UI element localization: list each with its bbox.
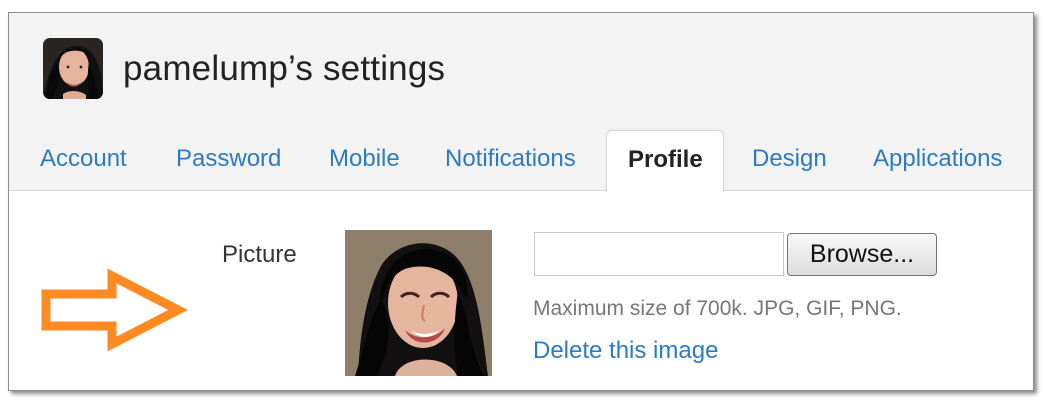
settings-header: pamelump’s settings Account Password Mob… [9,13,1033,192]
delete-image-link[interactable]: Delete this image [533,336,718,366]
tab-applications[interactable]: Applications [873,144,1002,174]
tab-account[interactable]: Account [40,144,127,174]
page-title: pamelump’s settings [123,49,446,88]
tab-mobile[interactable]: Mobile [329,144,400,174]
tab-notifications[interactable]: Notifications [445,144,576,174]
orange-right-arrow-icon [41,268,188,352]
tab-password[interactable]: Password [176,144,281,174]
profile-photo [345,230,492,376]
tab-profile[interactable]: Profile [606,130,724,192]
avatar-image [43,38,103,99]
tab-design[interactable]: Design [752,144,827,174]
avatar [43,38,103,99]
picture-label: Picture [222,241,297,268]
browse-button[interactable]: Browse... [787,233,937,276]
image-size-help-text: Maximum size of 700k. JPG, GIF, PNG. [533,297,902,320]
file-path-input[interactable] [534,232,784,276]
profile-photo-image [345,230,492,376]
